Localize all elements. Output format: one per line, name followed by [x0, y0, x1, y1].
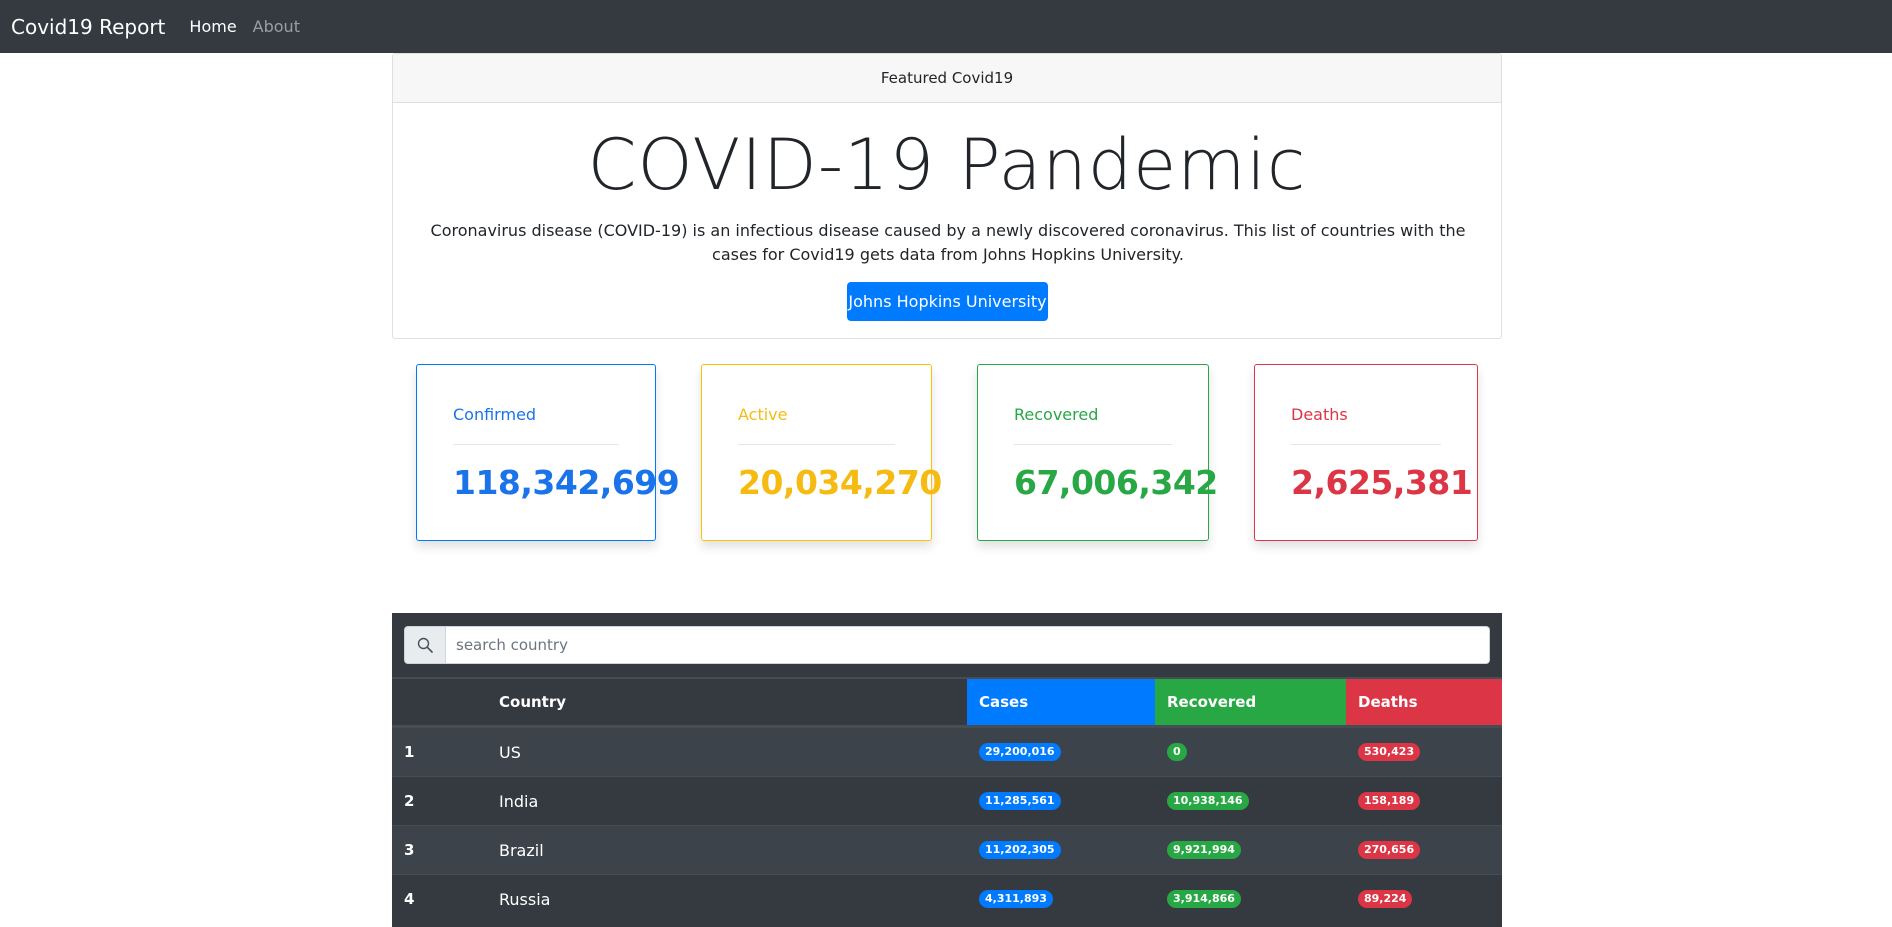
table-row: 2 India 11,285,561 10,938,146 158,189: [392, 776, 1502, 825]
brand-link[interactable]: Covid19 Report: [11, 15, 165, 39]
johns-hopkins-button[interactable]: Johns Hopkins University: [847, 282, 1048, 321]
search-input[interactable]: [446, 626, 1490, 664]
confirmed-divider: [453, 444, 619, 445]
header-country: Country: [499, 693, 567, 711]
confirmed-card: Confirmed 118,342,699: [416, 364, 680, 541]
table-row: 4 Russia 4,311,893 3,914,866 89,224: [392, 874, 1502, 923]
nav-about-link[interactable]: About: [253, 17, 300, 36]
featured-card: Featured Covid19 COVID-19 Pandemic Coron…: [392, 53, 1502, 339]
recovered-badge: 0: [1167, 743, 1187, 761]
recovered-card: Recovered 67,006,342: [977, 364, 1218, 541]
row-rank: 1: [404, 743, 415, 761]
navbar: Covid19 Report Home About: [0, 0, 1892, 53]
row-country: US: [499, 742, 521, 762]
header-deaths: Deaths: [1346, 679, 1502, 725]
deaths-divider: [1291, 444, 1441, 445]
header-cases: Cases: [967, 679, 1155, 725]
cases-badge: 4,311,893: [979, 890, 1053, 908]
deaths-card: Deaths 2,625,381: [1254, 364, 1478, 541]
row-country: India: [499, 791, 539, 811]
search-icon: [404, 626, 446, 664]
row-country: Brazil: [499, 840, 544, 860]
recovered-label: Recovered: [1014, 405, 1099, 424]
row-rank: 3: [404, 841, 415, 859]
row-rank: 2: [404, 792, 415, 810]
recovered-badge: 9,921,994: [1167, 841, 1241, 859]
confirmed-label: Confirmed: [453, 405, 537, 424]
countries-table-section: Country Cases Recovered Deaths 1 US 29,2…: [392, 613, 1502, 927]
featured-description: Coronavirus disease (COVID-19) is an inf…: [430, 221, 1466, 264]
header-rank: [392, 679, 499, 725]
row-rank: 4: [404, 890, 415, 908]
deaths-value: 2,625,381: [1291, 463, 1473, 502]
recovered-value: 67,006,342: [1014, 463, 1218, 502]
confirmed-value: 118,342,699: [453, 463, 680, 502]
nav-home-link[interactable]: Home: [189, 17, 236, 36]
active-label: Active: [738, 405, 788, 424]
table-header: Country Cases Recovered Deaths: [392, 677, 1502, 727]
header-recovered: Recovered: [1155, 679, 1346, 725]
deaths-badge: 89,224: [1358, 890, 1413, 908]
search-group: [404, 626, 1490, 664]
cases-badge: 11,285,561: [979, 792, 1061, 810]
active-card: Active 20,034,270: [701, 364, 942, 541]
recovered-badge: 10,938,146: [1167, 792, 1249, 810]
cases-badge: 29,200,016: [979, 743, 1061, 761]
deaths-badge: 158,189: [1358, 792, 1421, 810]
row-country: Russia: [499, 889, 551, 909]
page-title: COVID-19 Pandemic: [587, 124, 1307, 206]
recovered-divider: [1014, 444, 1172, 445]
deaths-badge: 530,423: [1358, 743, 1421, 761]
table-row: 3 Brazil 11,202,305 9,921,994 270,656: [392, 825, 1502, 874]
table-row: 1 US 29,200,016 0 530,423: [392, 727, 1502, 776]
active-value: 20,034,270: [738, 463, 942, 502]
deaths-label: Deaths: [1291, 405, 1348, 424]
cases-badge: 11,202,305: [979, 841, 1061, 859]
featured-card-header: Featured Covid19: [393, 54, 1501, 103]
deaths-badge: 270,656: [1358, 841, 1421, 859]
active-divider: [738, 444, 895, 445]
recovered-badge: 3,914,866: [1167, 890, 1241, 908]
